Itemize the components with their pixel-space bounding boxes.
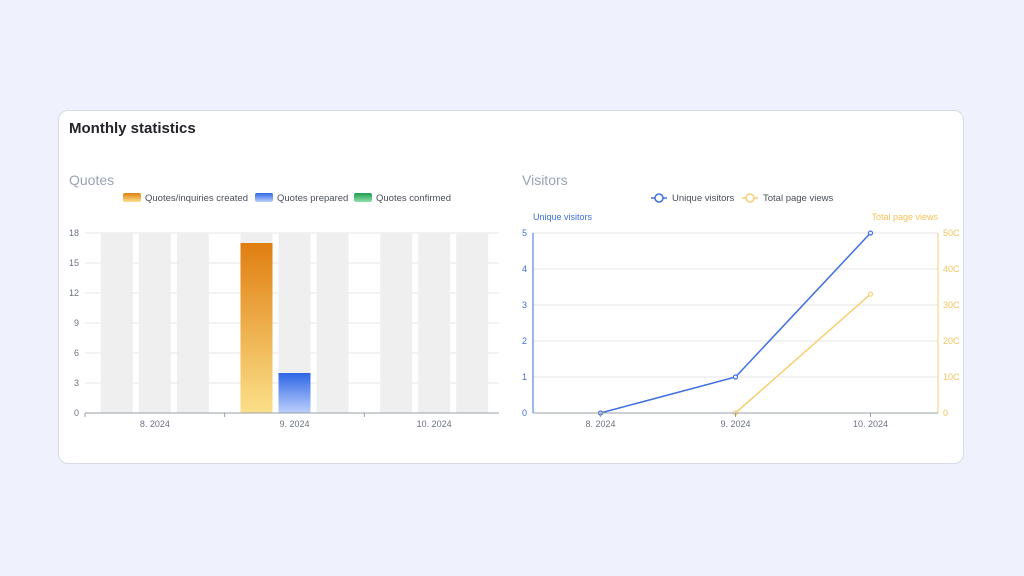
quotes-y-tick-label: 9 — [74, 318, 79, 328]
quotes-y-tick-label: 18 — [69, 228, 79, 238]
visitors-left-tick-label: 2 — [522, 336, 527, 346]
visitors-chart-title: Visitors — [522, 172, 568, 188]
quotes-bar-background — [380, 233, 413, 413]
quotes-bar[interactable] — [240, 243, 273, 413]
visitors-data-point[interactable] — [732, 374, 739, 380]
visitors-x-tick-label: 10. 2024 — [853, 419, 888, 429]
quotes-bar-background — [138, 233, 171, 413]
quotes-legend-label[interactable]: Quotes prepared — [277, 193, 348, 204]
quotes-bar-background — [456, 233, 489, 413]
visitors-legend-label[interactable]: Unique visitors — [672, 193, 735, 204]
visitors-legend-marker[interactable] — [745, 193, 755, 203]
quotes-chart-title: Quotes — [69, 172, 114, 188]
quotes-y-tick-label: 3 — [74, 378, 79, 388]
visitors-x-tick-label: 8. 2024 — [585, 419, 615, 429]
quotes-y-tick-label: 6 — [74, 348, 79, 358]
visitors-left-tick-label: 4 — [522, 264, 527, 274]
visitors-legend-marker[interactable] — [654, 193, 664, 203]
right-axis-name: Total page views — [871, 212, 938, 222]
visitors-left-tick-label: 5 — [522, 228, 527, 238]
visitors-series-line[interactable] — [735, 293, 871, 414]
visitors-data-point[interactable] — [867, 230, 874, 236]
quotes-bar-background — [418, 233, 451, 413]
quotes-bar-background — [100, 233, 133, 413]
quotes-x-tick-label: 10. 2024 — [417, 419, 452, 429]
quotes-x-tick-label: 8. 2024 — [140, 419, 170, 429]
quotes-y-tick-label: 15 — [69, 258, 79, 268]
left-axis-name: Unique visitors — [533, 212, 593, 222]
visitors-right-tick-label: 50C — [943, 228, 960, 238]
quotes-bar[interactable] — [278, 373, 311, 413]
visitors-right-tick-label: 30C — [943, 300, 960, 310]
monthly-statistics-card: Monthly statistics Quotes Quotes/inquiri… — [58, 110, 964, 464]
visitors-right-tick-label: 20C — [943, 336, 960, 346]
quotes-y-tick-label: 0 — [74, 408, 79, 418]
visitors-series-line[interactable] — [600, 232, 872, 414]
quotes-bar-background — [316, 233, 349, 413]
quotes-legend-label[interactable]: Quotes/inquiries created — [145, 193, 248, 204]
visitors-right-tick-label: 0 — [943, 408, 948, 418]
visitors-x-tick-label: 9. 2024 — [720, 419, 750, 429]
visitors-left-tick-label: 3 — [522, 300, 527, 310]
quotes-bar-background — [176, 233, 209, 413]
visitors-right-tick-label: 40C — [943, 264, 960, 274]
visitors-data-point[interactable] — [867, 291, 874, 297]
visitors-left-tick-label: 0 — [522, 408, 527, 418]
visitors-left-tick-label: 1 — [522, 372, 527, 382]
quotes-y-tick-label: 12 — [69, 288, 79, 298]
quotes-legend-swatch[interactable] — [354, 193, 372, 202]
visitors-data-point[interactable] — [597, 410, 604, 416]
quotes-legend-swatch[interactable] — [255, 193, 273, 202]
visitors-right-tick-label: 10C — [943, 372, 960, 382]
quotes-legend-label[interactable]: Quotes confirmed — [376, 193, 451, 204]
quotes-x-tick-label: 9. 2024 — [279, 419, 309, 429]
quotes-chart: Quotes Quotes/inquiries created Quotes pr… — [69, 172, 499, 429]
visitors-data-point[interactable] — [732, 410, 739, 416]
visitors-legend-label[interactable]: Total page views — [763, 193, 833, 204]
quotes-legend-swatch[interactable] — [123, 193, 141, 202]
